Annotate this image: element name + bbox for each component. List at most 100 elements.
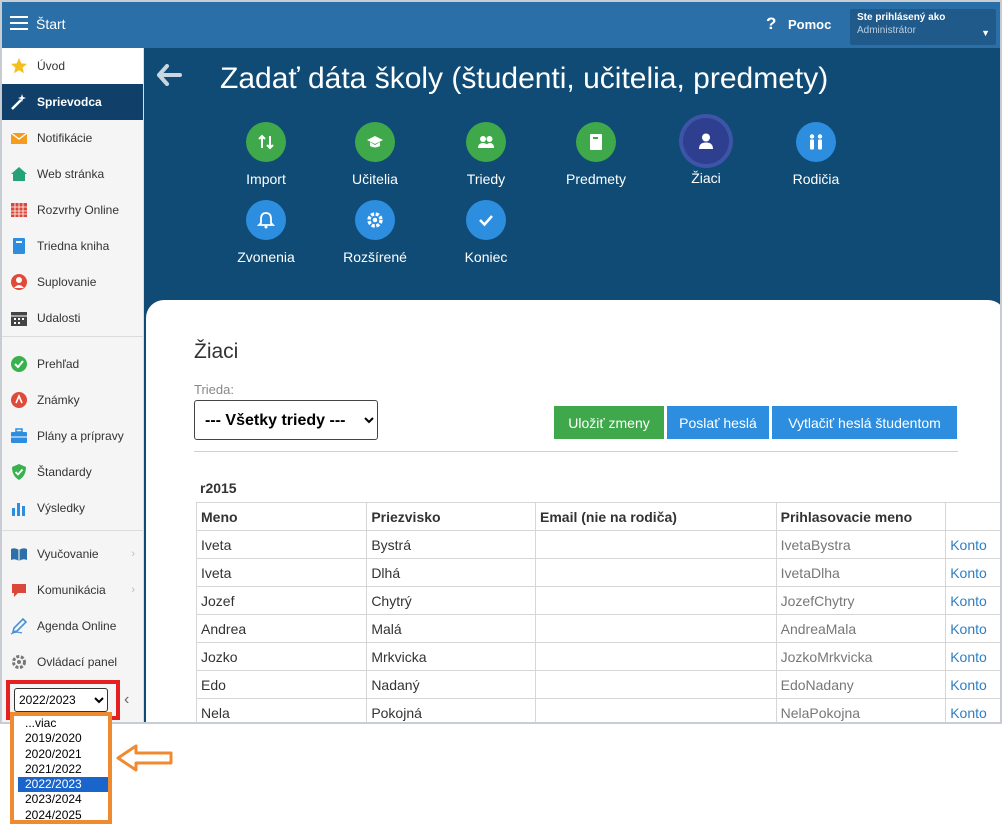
sidebar-item-label: Agenda Online — [37, 619, 117, 633]
sidebar-item-label: Vyučovanie — [37, 547, 99, 561]
account-link[interactable]: Konto — [945, 698, 1000, 722]
print-passwords-button[interactable]: Vytlačiť heslá študentom — [772, 406, 957, 439]
column-header-login: Prihlasovacie meno — [775, 502, 947, 531]
year-option[interactable]: 2024/2025 — [18, 808, 108, 823]
person-icon — [10, 273, 28, 291]
column-header-action — [945, 502, 1000, 531]
wizard-step-2[interactable]: Triedy — [436, 122, 536, 187]
user-menu[interactable]: Ste prihlásený ako Administrátor ▼ — [850, 9, 996, 45]
sidebar-item-label: Plány a prípravy — [37, 429, 124, 443]
table-row: Andrea Malá AndreaMala Konto — [195, 614, 1000, 643]
sidebar-item-2[interactable]: Notifikácie — [2, 120, 143, 156]
email-cell[interactable] — [535, 586, 777, 615]
sidebar-item-label: Triedna kniha — [37, 239, 110, 253]
sidebar-item-7[interactable]: Udalosti — [2, 300, 143, 336]
login-cell: IvetaBystra — [775, 530, 947, 559]
sidebar-item-label: Štandardy — [37, 465, 92, 479]
sidebar-item-11[interactable]: Štandardy — [2, 454, 143, 490]
school-year-select[interactable]: 2022/2023 — [14, 688, 108, 712]
last-name-cell: Malá — [366, 614, 536, 643]
account-link[interactable]: Konto — [945, 558, 1000, 587]
sidebar-item-14[interactable]: Komunikácia › — [2, 572, 143, 608]
sidebar-item-0[interactable]: Úvod — [2, 48, 143, 84]
app-title[interactable]: Štart — [36, 16, 66, 32]
wizard-step-5[interactable]: Rodičia — [766, 122, 866, 187]
sidebar-item-4[interactable]: Rozvrhy Online — [2, 192, 143, 228]
step-label: Rodičia — [792, 171, 840, 187]
chevron-right-icon: › — [131, 584, 135, 596]
sidebar: Úvod Sprievodca Notifikácie Web stránka Rozv… — [2, 48, 144, 722]
step-icon — [576, 122, 616, 162]
last-name-cell: Mrkvicka — [366, 642, 536, 671]
wizard-step-7[interactable]: Rozšírené — [325, 200, 425, 265]
step-label: Triedy — [466, 171, 506, 187]
sidebar-item-label: Známky — [37, 393, 80, 407]
help-link[interactable]: Pomoc — [788, 17, 831, 32]
user-role: Administrátor — [857, 25, 916, 36]
section-title: Žiaci — [194, 340, 239, 363]
email-cell[interactable] — [535, 558, 777, 587]
bar-chart-icon — [10, 499, 28, 517]
sidebar-item-5[interactable]: Triedna kniha — [2, 228, 143, 264]
sidebar-item-9[interactable]: Známky — [2, 382, 143, 418]
back-arrow-icon[interactable] — [156, 62, 182, 93]
wizard-step-4[interactable]: Žiaci — [656, 118, 756, 186]
email-cell[interactable] — [535, 530, 777, 559]
account-link[interactable]: Konto — [945, 642, 1000, 671]
email-cell[interactable] — [535, 614, 777, 643]
email-cell[interactable] — [535, 698, 777, 722]
sidebar-item-15[interactable]: Agenda Online — [2, 608, 143, 644]
wizard-step-1[interactable]: Učitelia — [325, 122, 425, 187]
wizard-step-0[interactable]: Import — [216, 122, 316, 187]
year-option[interactable]: 2022/2023 — [18, 777, 108, 793]
class-select[interactable]: --- Všetky triedy --- — [194, 400, 378, 440]
email-cell[interactable] — [535, 670, 777, 699]
help-icon[interactable]: ? — [766, 14, 776, 34]
login-cell: EdoNadany — [775, 670, 947, 699]
wizard-step-6[interactable]: Zvonenia — [216, 200, 316, 265]
year-option[interactable]: 2019/2020 — [18, 731, 108, 746]
table-row: Nela Pokojná NelaPokojna Konto — [195, 698, 1000, 722]
app-window: Štart ? Pomoc Ste prihlásený ako Adminis… — [0, 0, 1002, 724]
sidebar-item-1[interactable]: Sprievodca — [2, 84, 143, 120]
wizard-step-3[interactable]: Predmety — [546, 122, 646, 187]
caret-down-icon: ▼ — [981, 28, 990, 38]
column-header-last-name: Priezvisko — [366, 502, 536, 531]
column-header-first-name: Meno — [195, 502, 368, 531]
step-label: Zvonenia — [237, 249, 295, 265]
top-bar: Štart ? Pomoc Ste prihlásený ako Adminis… — [2, 2, 1000, 48]
divider — [194, 451, 958, 452]
account-link[interactable]: Konto — [945, 530, 1000, 559]
email-cell[interactable] — [535, 642, 777, 671]
sidebar-divider — [2, 530, 143, 531]
sidebar-item-13[interactable]: Vyučovanie › — [2, 536, 143, 572]
sidebar-item-label: Udalosti — [37, 311, 81, 325]
sidebar-item-16[interactable]: Ovládací panel — [2, 644, 143, 680]
sidebar-item-12[interactable]: Výsledky — [2, 490, 143, 526]
sidebar-item-8[interactable]: Prehľad — [2, 346, 143, 382]
hamburger-menu-icon[interactable] — [10, 16, 28, 31]
year-option[interactable]: 2023/2024 — [18, 792, 108, 807]
year-option[interactable]: 2020/2021 — [18, 747, 108, 762]
sidebar-item-3[interactable]: Web stránka — [2, 156, 143, 192]
step-label: Rozšírené — [343, 249, 407, 265]
account-link[interactable]: Konto — [945, 614, 1000, 643]
last-name-cell: Bystrá — [366, 530, 536, 559]
collapse-sidebar-icon[interactable]: ‹ — [124, 691, 129, 709]
account-link[interactable]: Konto — [945, 586, 1000, 615]
wizard-step-8[interactable]: Koniec — [436, 200, 536, 265]
first-name-cell: Jozko — [195, 642, 368, 671]
step-icon — [466, 122, 506, 162]
chevron-right-icon: › — [131, 548, 135, 560]
step-label: Import — [246, 171, 286, 187]
send-passwords-button[interactable]: Poslať heslá — [667, 406, 769, 439]
year-option[interactable]: 2021/2022 — [18, 762, 108, 777]
students-table: Meno Priezvisko Email (nie na rodiča) Pr… — [195, 502, 1000, 722]
account-link[interactable]: Konto — [945, 670, 1000, 699]
table-row: Jozef Chytrý JozefChytry Konto — [195, 586, 1000, 615]
sidebar-item-6[interactable]: Suplovanie — [2, 264, 143, 300]
sidebar-item-10[interactable]: Plány a prípravy — [2, 418, 143, 454]
save-changes-button[interactable]: Uložiť zmeny — [554, 406, 664, 439]
login-cell: IvetaDlha — [775, 558, 947, 587]
year-option[interactable]: ...viac — [18, 716, 108, 731]
